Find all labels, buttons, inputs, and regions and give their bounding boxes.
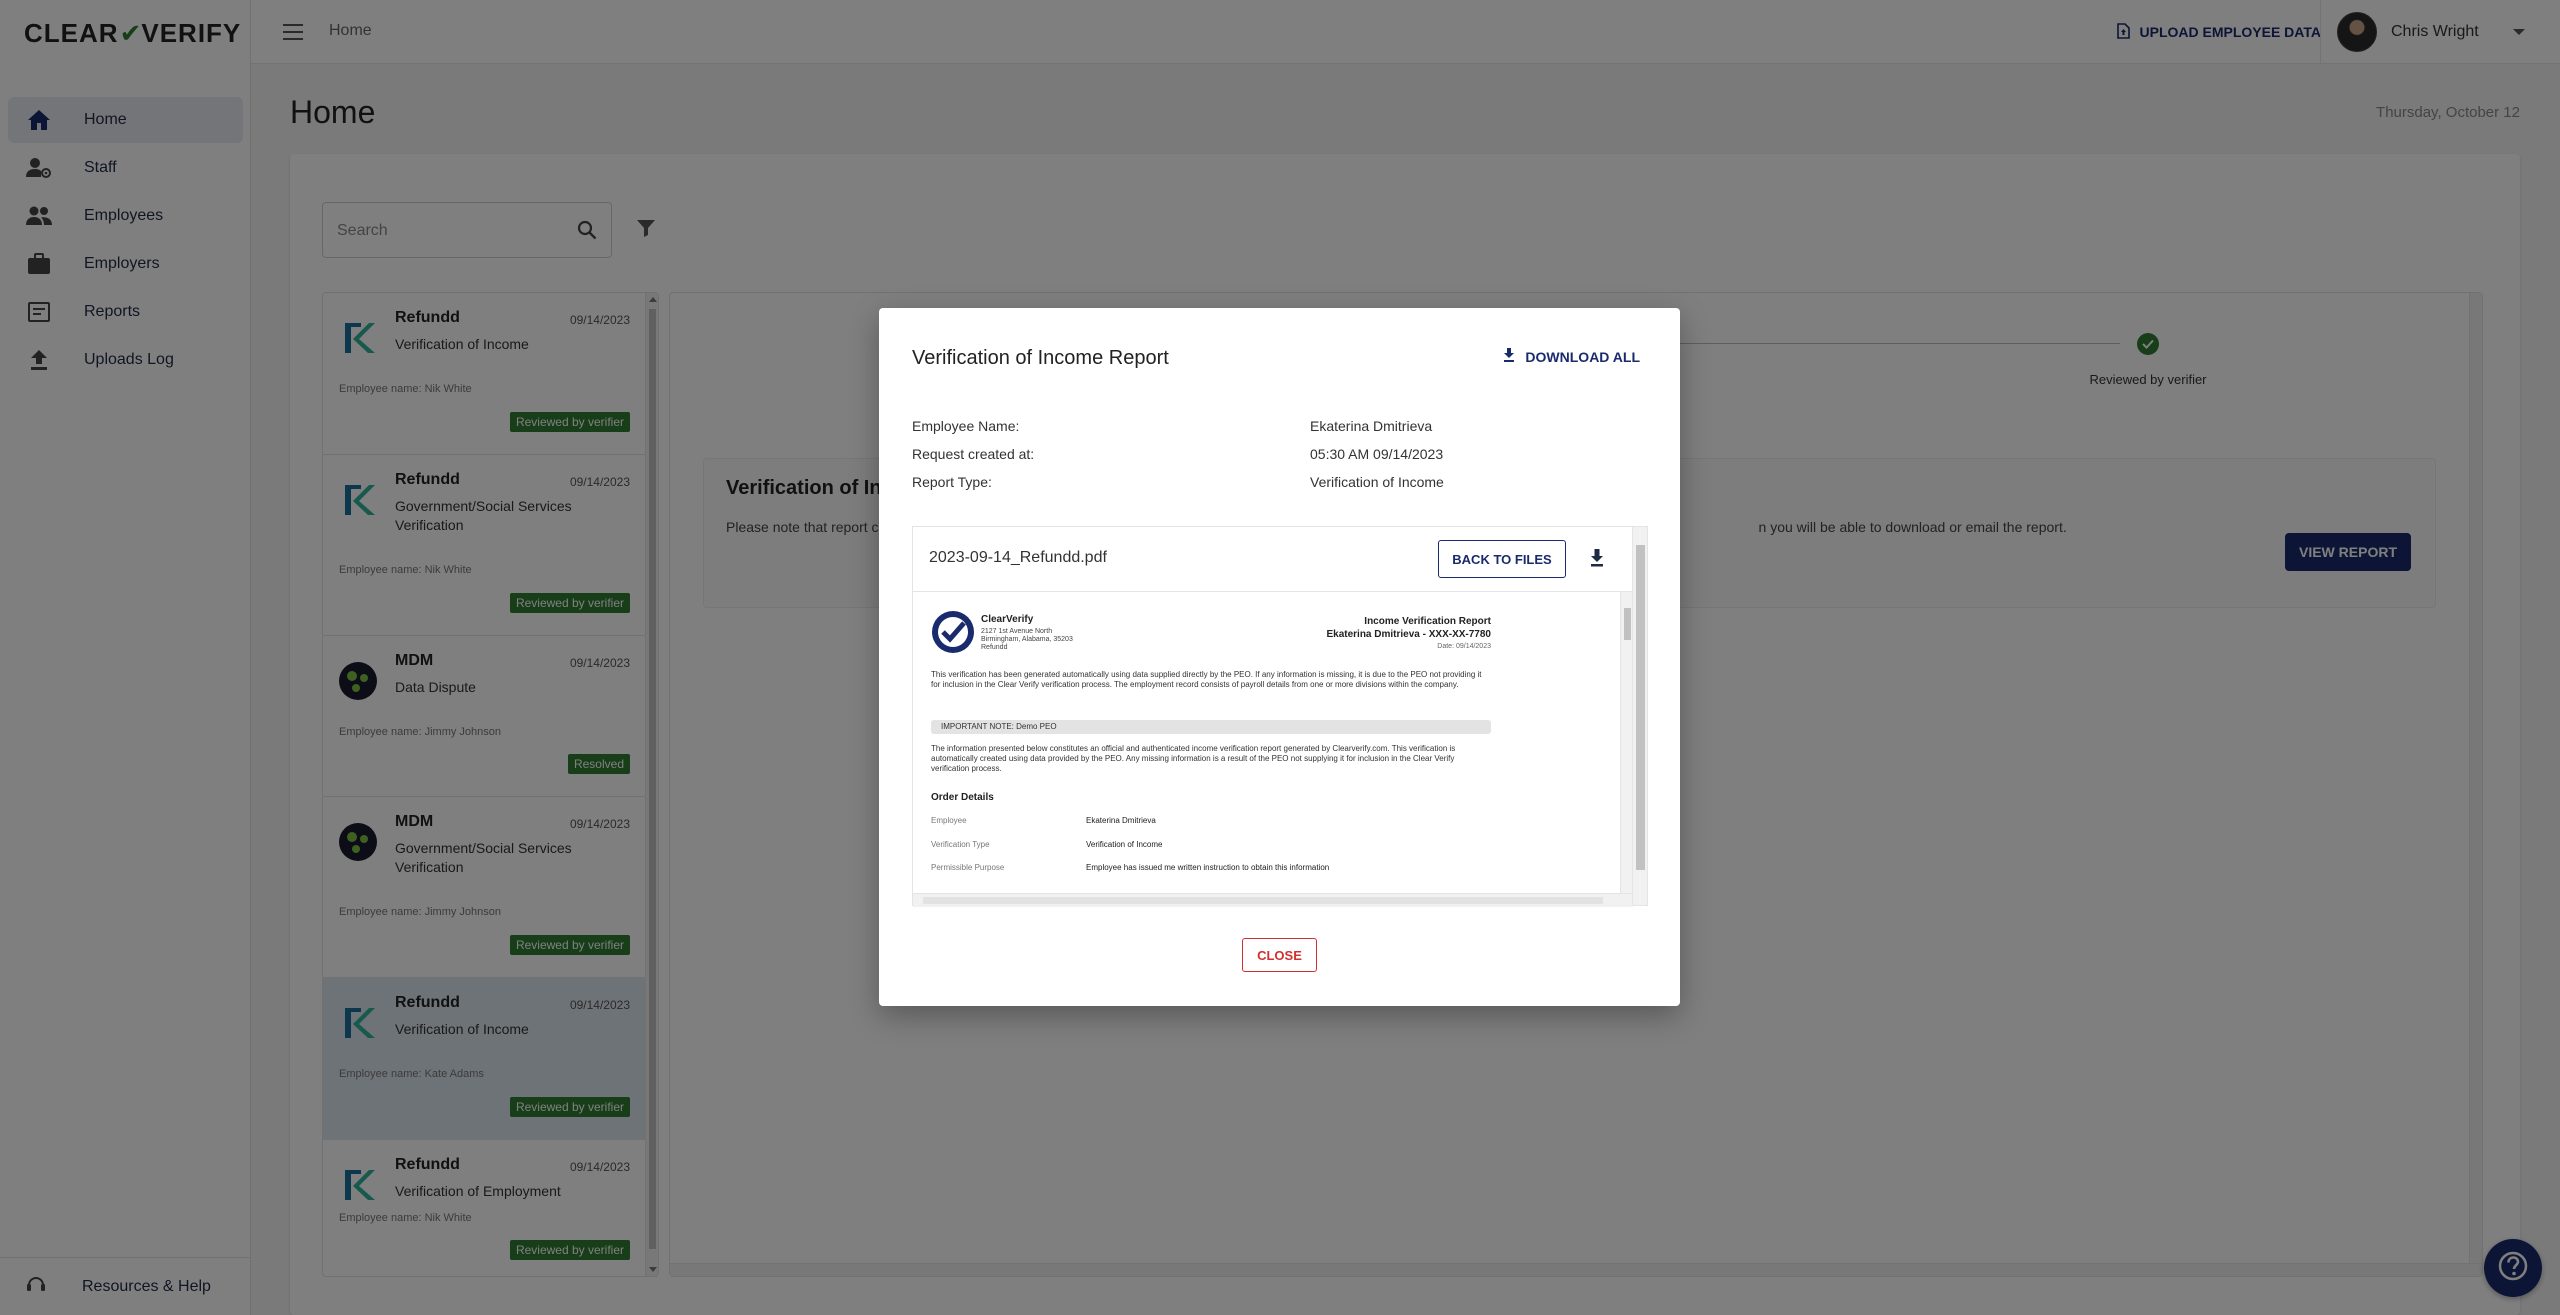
request-created-label: Request created at: (912, 446, 1035, 462)
pdf-brand: ClearVerify (981, 614, 1034, 625)
pdf-row-value: Ekaterina Dmitrieva (1086, 816, 1156, 825)
employee-name-label: Employee Name: (912, 418, 1020, 434)
download-all-label: DOWNLOAD ALL (1525, 348, 1640, 365)
pdf-row-label: Permissible Purpose (931, 863, 1005, 872)
file-viewer: 2023-09-14_Refundd.pdf BACK TO FILES Cle… (912, 526, 1648, 907)
pdf-row-value: Employee has issued me written instructi… (1086, 863, 1330, 872)
employee-name-value: Ekaterina Dmitrieva (1310, 418, 1433, 434)
pdf-address: 2127 1st Avenue North Birmingham, Alabama… (981, 628, 1073, 651)
pdf-row-label: Verification Type (931, 840, 990, 849)
pdf-row-label: Employee (931, 816, 967, 825)
pdf-horizontal-scrollbar[interactable] (913, 893, 1633, 907)
download-all-button[interactable]: DOWNLOAD ALL (1503, 348, 1640, 365)
file-name: 2023-09-14_Refundd.pdf (929, 549, 1107, 566)
close-button[interactable]: CLOSE (1242, 938, 1317, 972)
viewer-scrollbar[interactable] (1632, 527, 1647, 905)
pdf-paragraph: The information presented below constitu… (931, 744, 1456, 773)
dialog-title: Verification of Income Report (912, 347, 1169, 369)
pdf-report-date: Date: 09/14/2023 (1437, 643, 1491, 650)
report-dialog: Verification of Income Report DOWNLOAD A… (879, 308, 1680, 1006)
back-to-files-button[interactable]: BACK TO FILES (1438, 540, 1566, 578)
clearverify-logo-icon (931, 610, 975, 654)
pdf-row-value: Verification of Income (1086, 840, 1163, 849)
download-icon (1503, 348, 1515, 365)
report-type-label: Report Type: (912, 474, 992, 490)
pdf-preview[interactable]: ClearVerify 2127 1st Avenue North Birming… (913, 591, 1633, 907)
pdf-report-subject: Ekaterina Dmitrieva - XXX-XX-7780 (1326, 629, 1491, 640)
pdf-section-title: Order Details (931, 792, 994, 803)
report-type-value: Verification of Income (1310, 474, 1444, 490)
request-created-value: 05:30 AM 09/14/2023 (1310, 446, 1444, 462)
pdf-paragraph: This verification has been generated aut… (931, 670, 1482, 689)
download-file-icon[interactable] (1590, 549, 1604, 572)
pdf-important-note: IMPORTANT NOTE: Demo PEO (931, 720, 1491, 734)
pdf-report-title: Income Verification Report (1364, 616, 1491, 627)
